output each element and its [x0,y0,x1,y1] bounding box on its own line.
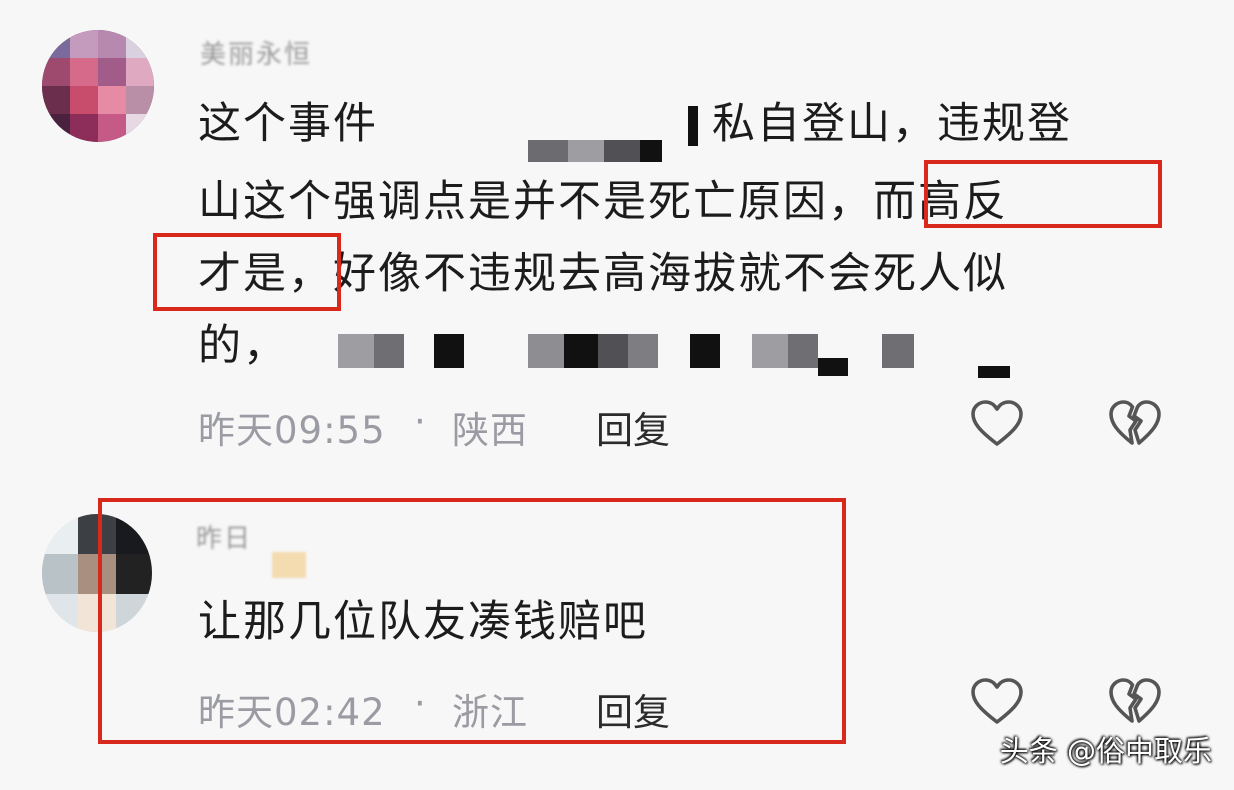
comment-1-separator: · [414,400,427,443]
highlight-box-2 [153,233,341,311]
comment-1-line-2: 山这个强调点是并不是死亡原因，而高反 [198,177,1008,227]
highlight-box-3 [98,498,846,744]
censor-block-2 [338,328,1018,380]
censor-block-1 [398,104,698,162]
dislike-broken-heart-icon[interactable] [1106,674,1164,728]
comment-1-line-4: 的， [198,321,288,371]
dislike-broken-heart-icon[interactable] [1106,396,1164,450]
comment-1-time: 昨天09:55 [198,409,386,452]
reply-button-1[interactable]: 回复 [596,400,670,454]
comment-1-line-1a: 这个事件 [198,99,378,149]
username-1[interactable]: 美丽永恒 [200,34,312,71]
comment-1-location: 陕西 [452,409,528,452]
avatar-1[interactable] [42,30,154,142]
highlight-box-1 [924,160,1162,228]
like-heart-icon[interactable] [968,674,1026,728]
comment-1-line-1b: 私自登山，违规登 [712,99,1072,149]
watermark: 头条 @俗中取乐 [999,734,1212,768]
like-heart-icon[interactable] [968,396,1026,450]
